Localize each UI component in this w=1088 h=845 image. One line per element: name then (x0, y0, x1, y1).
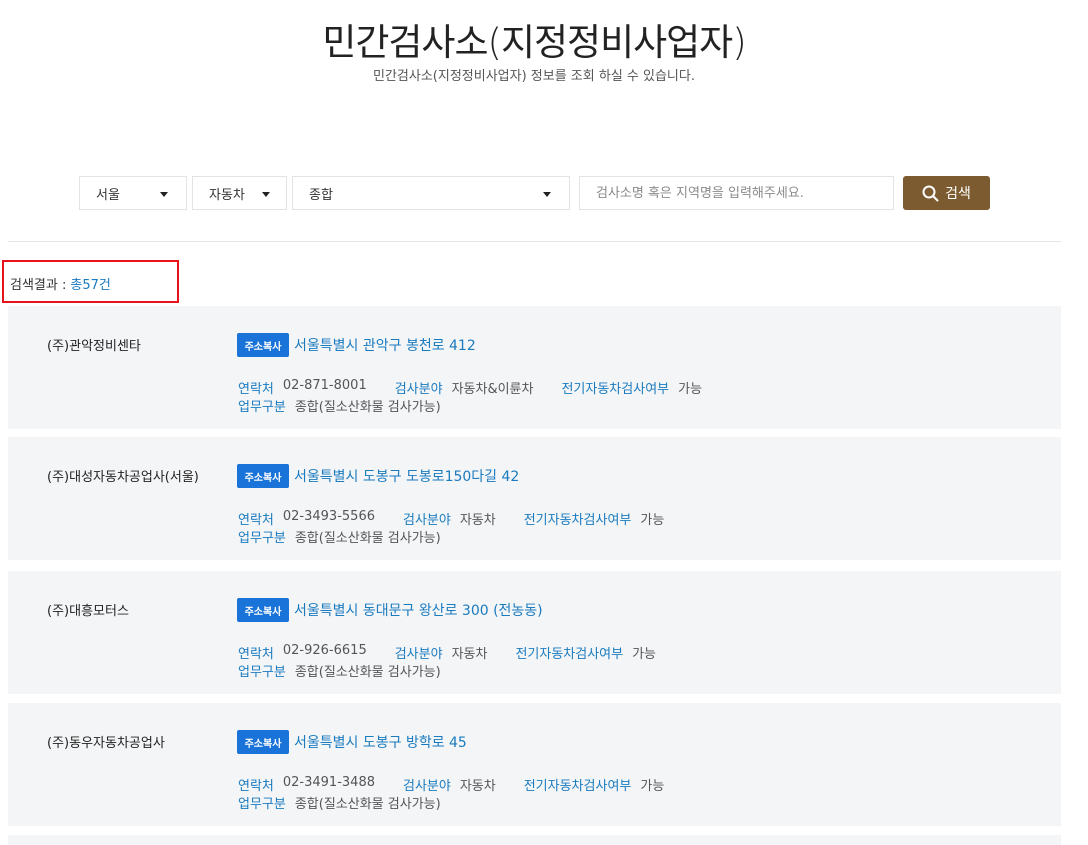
contact-label: 연락처 (238, 382, 274, 397)
search-button[interactable]: 검색 (903, 176, 990, 210)
page-title: 민간검사소(지정정비사업자) (322, 21, 746, 64)
region-select[interactable]: 서울 (79, 176, 187, 210)
result-label: 검색결과 : (10, 278, 67, 293)
info-row: 업무구분 종합(질소산화물 검사가능) (238, 396, 441, 415)
info-row: 업무구분 종합(질소산화물 검사가능) (238, 793, 441, 812)
region-select-value: 서울 (96, 187, 120, 203)
caret-down-icon (160, 192, 168, 197)
divider (8, 241, 1061, 242)
station-card (8, 835, 1061, 845)
info-row: 연락처 02-3491-3488 검사분야 자동차 전기자동차검사여부 가능 (238, 775, 664, 794)
copy-address-button[interactable]: 주소복사 (237, 730, 289, 754)
category-select-value: 종합 (309, 187, 333, 203)
ev-value: 가능 (640, 513, 665, 528)
division-label: 업무구분 (238, 665, 286, 680)
ev-label: 전기자동차검사여부 (515, 647, 624, 662)
contact-label: 연락처 (238, 647, 274, 662)
phone-value: 02-3493-5566 (282, 509, 375, 524)
vehicle-type-select-value: 자동차 (209, 187, 245, 203)
copy-address-button[interactable]: 주소복사 (237, 464, 289, 488)
search-button-label: 검색 (945, 186, 971, 202)
field-label: 검사분야 (394, 382, 443, 397)
result-summary: 검색결과 : 총57건 (2, 260, 179, 303)
ev-label: 전기자동차검사여부 (523, 513, 632, 528)
division-value: 종합(질소산화물 검사가능) (294, 797, 441, 812)
phone-value: 02-871-8001 (282, 378, 367, 393)
station-name: (주)대흥모터스 (47, 604, 129, 619)
field-value: 자동차 (459, 513, 496, 528)
station-address[interactable]: 서울특별시 도봉구 방학로 45 (294, 732, 467, 752)
contact-label: 연락처 (238, 779, 274, 794)
division-value: 종합(질소산화물 검사가능) (294, 400, 441, 415)
station-card: (주)관악정비센타 주소복사 서울특별시 관악구 봉천로 412 연락처 02-… (8, 306, 1061, 429)
info-row: 연락처 02-926-6615 검사분야 자동차 전기자동차검사여부 가능 (238, 643, 656, 662)
phone-value: 02-3491-3488 (282, 775, 375, 790)
category-select[interactable]: 종합 (292, 176, 570, 210)
ev-value: 가능 (678, 382, 703, 397)
ev-value: 가능 (632, 647, 657, 662)
result-count: 총57건 (70, 278, 111, 293)
ev-label: 전기자동차검사여부 (523, 779, 632, 794)
station-address[interactable]: 서울특별시 동대문구 왕산로 300 (전농동) (294, 600, 543, 620)
division-label: 업무구분 (238, 400, 286, 415)
search-icon (922, 185, 939, 202)
ev-value: 가능 (640, 779, 665, 794)
field-value: 자동차&이륜차 (451, 382, 534, 397)
copy-address-button[interactable]: 주소복사 (237, 333, 289, 357)
info-row: 업무구분 종합(질소산화물 검사가능) (238, 527, 441, 546)
station-card: (주)동우자동차공업사 주소복사 서울특별시 도봉구 방학로 45 연락처 02… (8, 703, 1061, 826)
caret-down-icon (543, 192, 551, 197)
station-card: (주)대흥모터스 주소복사 서울특별시 동대문구 왕산로 300 (전농동) 연… (8, 571, 1061, 694)
station-name: (주)대성자동차공업사(서울) (47, 470, 199, 485)
vehicle-type-select[interactable]: 자동차 (192, 176, 287, 210)
division-value: 종합(질소산화물 검사가능) (294, 531, 441, 546)
station-address[interactable]: 서울특별시 도봉구 도봉로150다길 42 (294, 466, 519, 486)
info-row: 연락처 02-871-8001 검사분야 자동차&이륜차 전기자동차검사여부 가… (238, 378, 702, 397)
ev-label: 전기자동차검사여부 (561, 382, 670, 397)
page-subtitle: 민간검사소(지정정비사업자) 정보를 조회 하실 수 있습니다. (373, 69, 695, 84)
field-value: 자동차 (451, 647, 488, 662)
info-row: 업무구분 종합(질소산화물 검사가능) (238, 661, 441, 680)
station-address[interactable]: 서울특별시 관악구 봉천로 412 (294, 335, 476, 355)
division-value: 종합(질소산화물 검사가능) (294, 665, 441, 680)
contact-label: 연락처 (238, 513, 274, 528)
info-row: 연락처 02-3493-5566 검사분야 자동차 전기자동차검사여부 가능 (238, 509, 664, 528)
address-row: 주소복사 서울특별시 동대문구 왕산로 300 (전농동) (237, 598, 543, 622)
phone-value: 02-926-6615 (282, 643, 367, 658)
field-label: 검사분야 (394, 647, 443, 662)
field-label: 검사분야 (402, 779, 451, 794)
caret-down-icon (262, 192, 270, 197)
station-name: (주)관악정비센타 (47, 339, 141, 354)
address-row: 주소복사 서울특별시 도봉구 방학로 45 (237, 730, 467, 754)
division-label: 업무구분 (238, 797, 286, 812)
division-label: 업무구분 (238, 531, 286, 546)
address-row: 주소복사 서울특별시 도봉구 도봉로150다길 42 (237, 464, 519, 488)
field-label: 검사분야 (402, 513, 451, 528)
address-row: 주소복사 서울특별시 관악구 봉천로 412 (237, 333, 476, 357)
copy-address-button[interactable]: 주소복사 (237, 598, 289, 622)
station-name: (주)동우자동차공업사 (47, 736, 165, 751)
field-value: 자동차 (459, 779, 496, 794)
search-input[interactable] (579, 176, 894, 210)
station-card: (주)대성자동차공업사(서울) 주소복사 서울특별시 도봉구 도봉로150다길 … (8, 437, 1061, 560)
